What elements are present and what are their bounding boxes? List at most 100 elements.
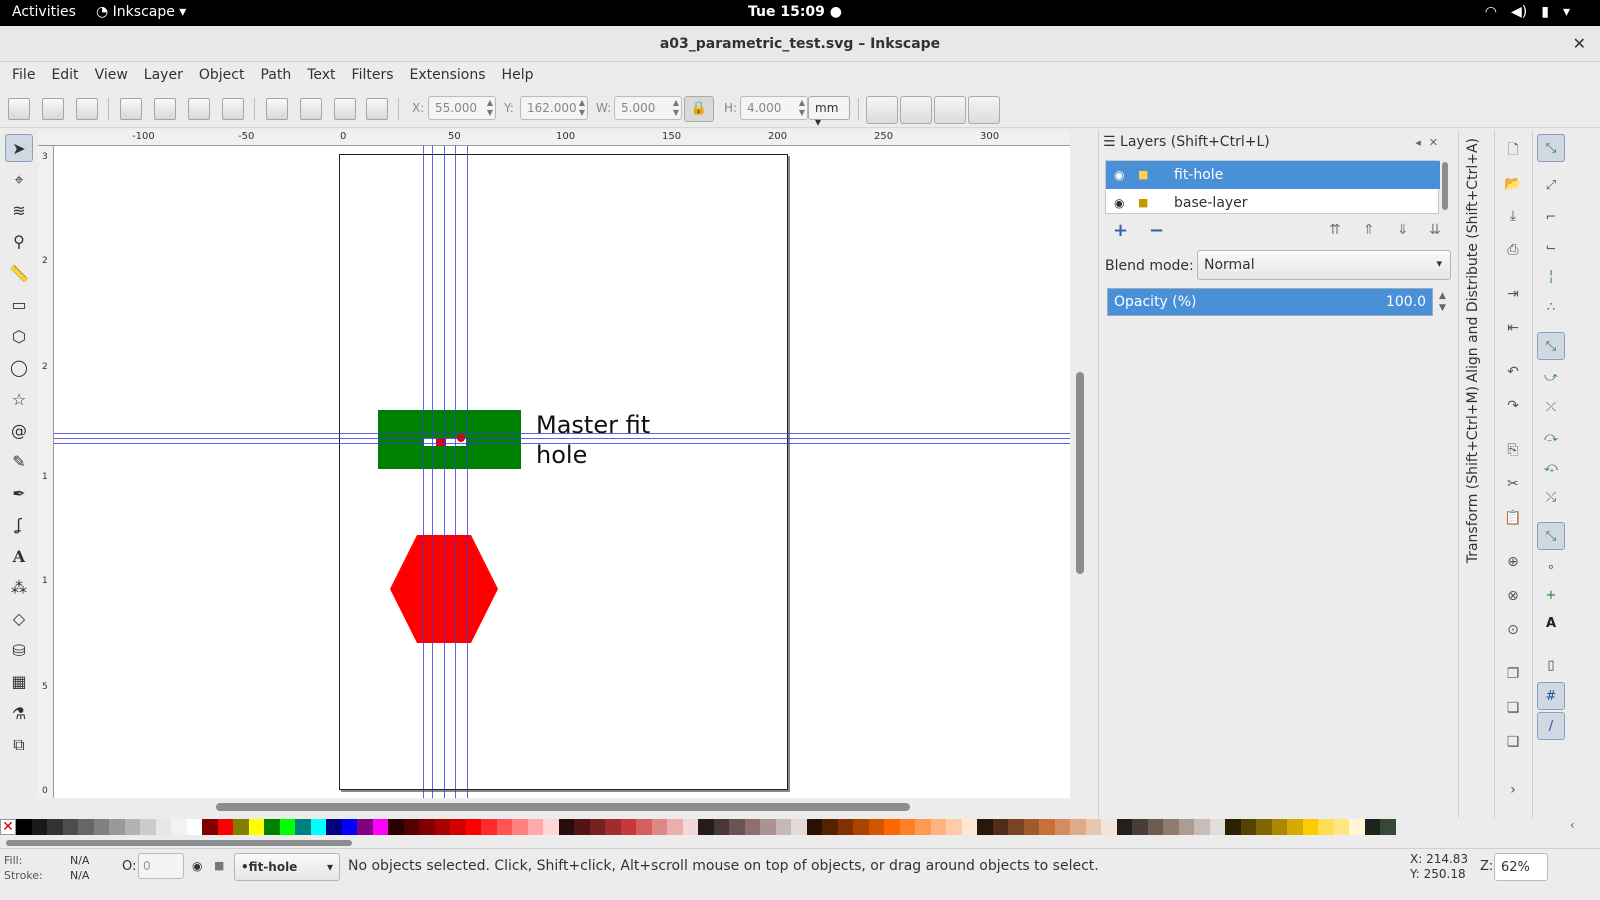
iconify-icon[interactable]: ◂ xyxy=(1415,136,1429,149)
deselect-icon[interactable] xyxy=(76,98,98,120)
canvas-horizontal-scrollbar[interactable] xyxy=(54,798,1070,816)
rotate-ccw-icon[interactable] xyxy=(120,98,142,120)
horizontal-guide[interactable] xyxy=(54,443,1070,444)
horizontal-guide[interactable] xyxy=(54,438,1070,439)
color-swatch[interactable] xyxy=(868,819,884,835)
import-icon[interactable]: ⇥ xyxy=(1501,282,1525,306)
palette-scrollbar[interactable] xyxy=(0,838,1568,848)
star-tool-icon[interactable]: ☆ xyxy=(5,386,33,414)
vertical-guide[interactable] xyxy=(444,146,445,798)
node-tool-icon[interactable]: ⌖ xyxy=(5,166,33,194)
color-swatch[interactable] xyxy=(915,819,931,835)
vertical-guide[interactable] xyxy=(432,146,433,798)
snap-bbox-icon[interactable]: ⤢ xyxy=(1537,172,1565,200)
color-swatch[interactable] xyxy=(1163,819,1179,835)
color-swatch[interactable] xyxy=(47,819,63,835)
color-swatch[interactable] xyxy=(248,819,264,835)
color-swatch[interactable] xyxy=(1194,819,1210,835)
color-swatch[interactable] xyxy=(140,819,156,835)
zoom-field[interactable]: 62% xyxy=(1494,853,1548,881)
scale-corners-toggle[interactable] xyxy=(900,96,932,124)
current-layer-select[interactable]: •fit-hole ▾ xyxy=(234,853,340,881)
color-swatch[interactable] xyxy=(1085,819,1101,835)
color-swatch[interactable] xyxy=(605,819,621,835)
color-swatch[interactable] xyxy=(1008,819,1024,835)
lower-layer-icon[interactable]: ⇓ xyxy=(1397,222,1409,238)
calligraphy-tool-icon[interactable]: ʆ xyxy=(5,511,33,539)
color-swatch[interactable] xyxy=(589,819,605,835)
color-swatch[interactable] xyxy=(1209,819,1225,835)
color-swatch[interactable] xyxy=(1147,819,1163,835)
color-swatch[interactable] xyxy=(946,819,962,835)
measure-tool-icon[interactable]: 📏 xyxy=(5,260,33,288)
snap-others-icon[interactable]: ⤡ xyxy=(1537,522,1565,550)
color-swatch[interactable] xyxy=(698,819,714,835)
color-swatch[interactable] xyxy=(62,819,78,835)
color-swatch[interactable] xyxy=(682,819,698,835)
zoom-page-icon[interactable]: ⊙ xyxy=(1501,618,1525,642)
color-swatch[interactable] xyxy=(558,819,574,835)
horizontal-ruler[interactable]: -100 -50 0 50 100 150 200 250 300 xyxy=(38,130,1070,146)
drawing-canvas[interactable]: Master fit hole xyxy=(54,146,1070,798)
menu-filters[interactable]: Filters xyxy=(344,62,402,90)
3d-box-tool-icon[interactable]: ⬡ xyxy=(5,323,33,351)
color-swatch[interactable] xyxy=(713,819,729,835)
tab-transform[interactable]: Transform (Shift+Ctrl+M) xyxy=(1465,386,1481,563)
color-swatch[interactable] xyxy=(1070,819,1086,835)
snap-bbox-edges-icon[interactable]: ⌐ xyxy=(1537,204,1565,232)
pencil-tool-icon[interactable]: ✎ xyxy=(5,448,33,476)
clone-icon[interactable]: ❏ xyxy=(1501,696,1525,720)
color-swatch[interactable] xyxy=(1364,819,1380,835)
menu-view[interactable]: View xyxy=(87,62,136,90)
snap-page-border-icon[interactable]: ▯ xyxy=(1537,652,1565,680)
raise-to-top-icon[interactable] xyxy=(366,98,388,120)
menu-extensions[interactable]: Extensions xyxy=(402,62,494,90)
color-swatch[interactable] xyxy=(326,819,342,835)
color-swatch[interactable] xyxy=(899,819,915,835)
menu-object[interactable]: Object xyxy=(191,62,253,90)
color-swatch[interactable] xyxy=(372,819,388,835)
duplicate-icon[interactable]: ❐ xyxy=(1501,662,1525,686)
rotate-cw-icon[interactable] xyxy=(154,98,176,120)
color-swatch[interactable] xyxy=(992,819,1008,835)
scrollbar-thumb[interactable] xyxy=(1442,162,1448,210)
snap-text-baseline-icon[interactable]: A xyxy=(1537,610,1565,638)
lock-icon[interactable]: ■ xyxy=(1138,161,1148,189)
menu-edit[interactable]: Edit xyxy=(43,62,86,90)
no-paint-swatch[interactable]: ✕ xyxy=(0,819,16,835)
visibility-eye-icon[interactable]: ◉ xyxy=(1114,161,1124,189)
pen-tool-icon[interactable]: ✒ xyxy=(5,480,33,508)
opacity-field[interactable]: 0 xyxy=(138,853,184,879)
close-icon[interactable]: ✕ xyxy=(1573,26,1586,62)
color-swatch[interactable] xyxy=(1318,819,1334,835)
transform-patterns-toggle[interactable] xyxy=(968,96,1000,124)
snap-cusp-nodes-icon[interactable]: ⤼ xyxy=(1537,424,1565,452)
color-swatch[interactable] xyxy=(496,819,512,835)
color-swatch[interactable] xyxy=(1116,819,1132,835)
activities-button[interactable]: Activities xyxy=(12,4,76,20)
visibility-eye-icon[interactable]: ◉ xyxy=(1114,189,1124,217)
snap-enable-icon[interactable]: ⤡ xyxy=(1537,134,1565,162)
color-swatch[interactable] xyxy=(1240,819,1256,835)
color-swatch[interactable] xyxy=(1054,819,1070,835)
remove-layer-icon[interactable]: − xyxy=(1149,220,1164,241)
color-swatch[interactable] xyxy=(93,819,109,835)
color-swatch[interactable] xyxy=(481,819,497,835)
layer-row-fit-hole[interactable]: ◉ ■ fit-hole xyxy=(1106,161,1440,189)
h-field[interactable]: 4.000 ▲ ▼ xyxy=(740,96,808,120)
color-swatch[interactable] xyxy=(853,819,869,835)
snap-paths-icon[interactable]: ⤻ xyxy=(1537,364,1565,392)
menu-layer[interactable]: Layer xyxy=(136,62,191,90)
color-swatch[interactable] xyxy=(1256,819,1272,835)
snap-centers-icon[interactable]: ∘ xyxy=(1537,554,1565,582)
vertical-guide[interactable] xyxy=(423,146,424,798)
horizontal-guide[interactable] xyxy=(54,433,1070,434)
dropper-tool-icon[interactable]: ⚗ xyxy=(5,700,33,728)
y-field[interactable]: 162.000 ▲ ▼ xyxy=(520,96,588,120)
menu-path[interactable]: Path xyxy=(252,62,299,90)
color-swatch[interactable] xyxy=(1178,819,1194,835)
close-icon[interactable]: ✕ xyxy=(1429,136,1446,149)
color-swatch[interactable] xyxy=(16,819,32,835)
scrollbar-thumb[interactable] xyxy=(1076,372,1084,574)
flip-horizontal-icon[interactable] xyxy=(188,98,210,120)
